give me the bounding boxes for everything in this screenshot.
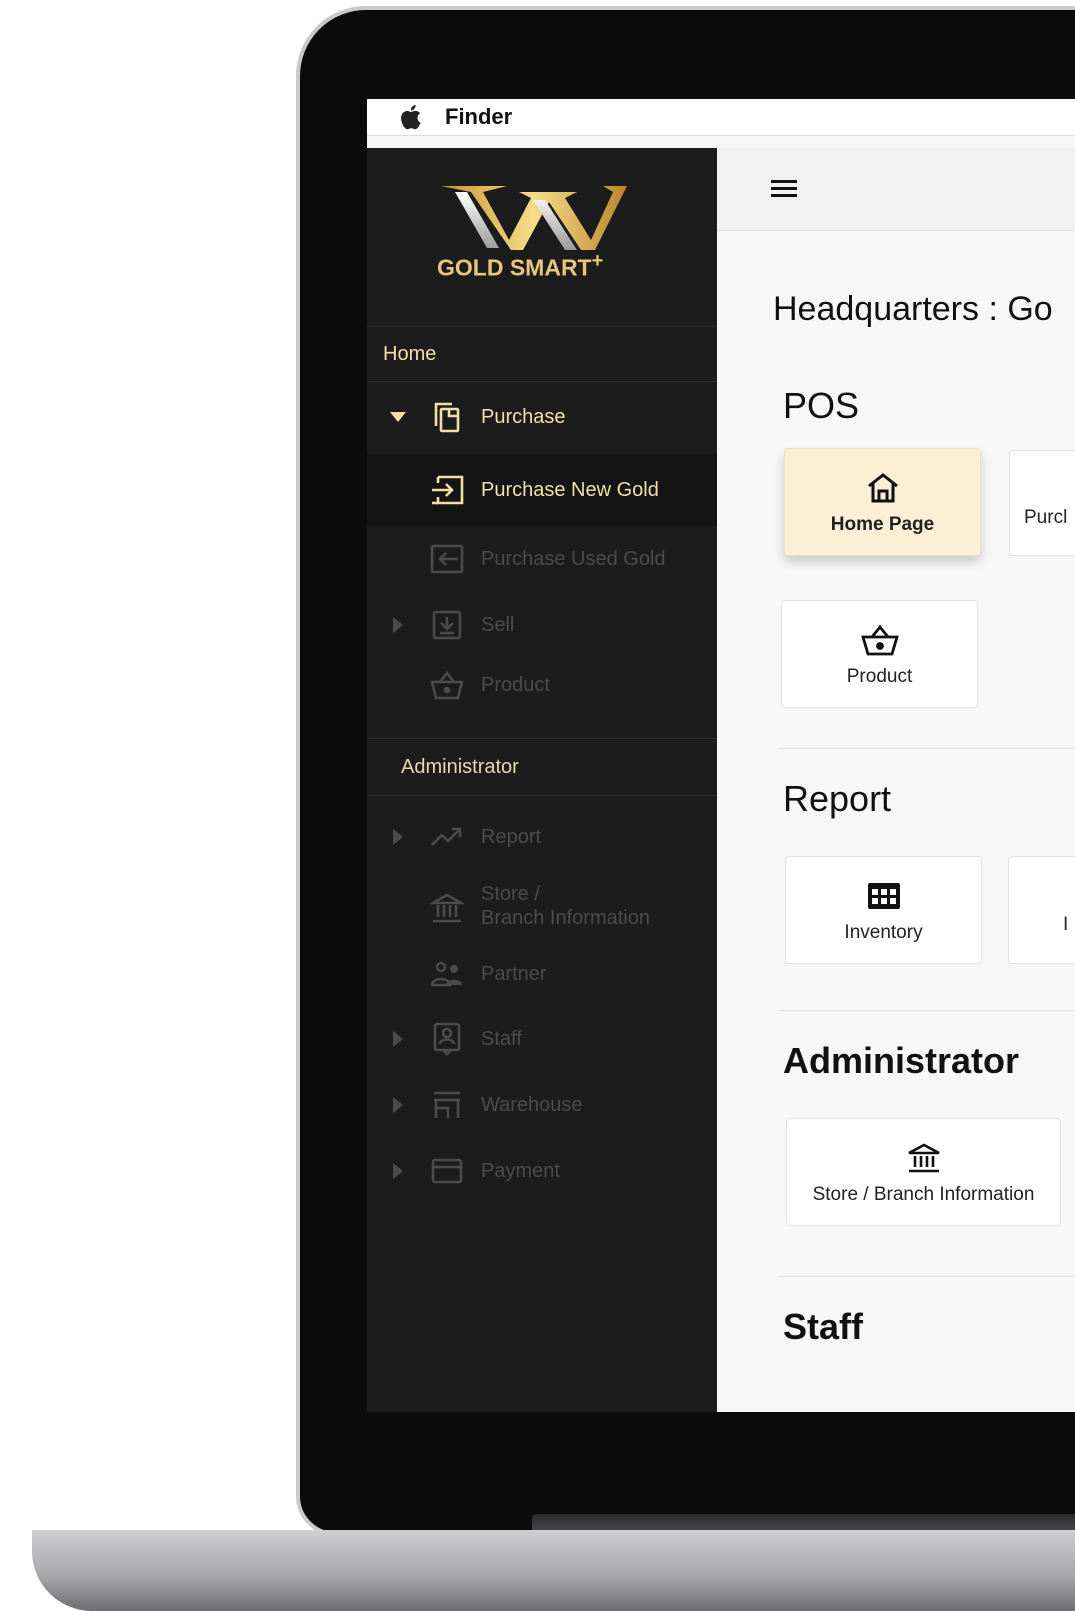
section-title-report: Report — [783, 778, 892, 819]
sidebar-item-report[interactable]: Report — [367, 804, 717, 870]
nav-section-home[interactable]: Home — [367, 326, 717, 382]
tile-label: Home Page — [830, 514, 935, 535]
home-icon — [863, 468, 903, 508]
apple-icon[interactable] — [397, 103, 423, 131]
section-title-staff: Staff — [783, 1306, 863, 1347]
main-content: Headquarters : Go POS Home Page Purcl Pr… — [717, 148, 1075, 1412]
caret-right-icon[interactable] — [389, 1096, 407, 1114]
bank-icon — [429, 890, 465, 926]
sidebar-item-product[interactable]: Product — [367, 652, 717, 718]
sidebar-item-label: Product — [481, 674, 550, 696]
sidebar-item-warehouse[interactable]: Warehouse — [367, 1072, 717, 1138]
download-box-icon — [429, 607, 465, 643]
sidebar-item-label: Store / — [481, 883, 540, 905]
tile-label: Inventory — [844, 922, 923, 943]
section-divider — [779, 1010, 1075, 1011]
sidebar-item-label: Purchase Used Gold — [481, 548, 666, 570]
people-icon — [429, 956, 465, 992]
sidebar-item-label: Warehouse — [481, 1094, 583, 1116]
bank-icon — [904, 1138, 944, 1178]
trending-up-icon — [429, 819, 465, 855]
sidebar-item-label: Sell — [481, 614, 515, 636]
nav-section-administrator-label: Administrator — [401, 755, 519, 778]
laptop-base — [32, 1530, 1075, 1611]
sidebar-item-purchase-used-gold[interactable]: Purchase Used Gold — [367, 526, 717, 592]
brand-plus: + — [591, 250, 604, 272]
section-divider — [779, 1276, 1075, 1277]
basket-icon — [429, 667, 465, 703]
sidebar-item-payment[interactable]: Payment — [367, 1138, 717, 1204]
import-icon — [429, 472, 465, 508]
section-title-pos: POS — [783, 385, 860, 426]
sidebar-item-label-line2: Branch Information — [481, 907, 650, 929]
top-bar — [717, 148, 1075, 231]
caret-right-icon[interactable] — [389, 1030, 407, 1048]
badge-icon — [429, 1021, 465, 1057]
sidebar-item-purchase[interactable]: Purchase — [367, 384, 717, 450]
tile-purchase[interactable]: Purcl — [1009, 450, 1075, 556]
sidebar-item-store-branch[interactable]: Store / Branch Information — [367, 870, 717, 946]
tile-label: Purcl — [1024, 507, 1068, 528]
caret-right-icon[interactable] — [389, 616, 407, 634]
warehouse-icon — [429, 1087, 465, 1123]
caret-right-icon[interactable] — [389, 828, 407, 846]
tile-home-page[interactable]: Home Page — [784, 448, 981, 556]
gold-smart-logo[interactable]: GOLD SMART+ — [427, 178, 647, 288]
grid-icon — [864, 876, 904, 916]
sidebar: GOLD SMART+ Home Purchase Purchase New G… — [367, 148, 717, 1412]
sidebar-item-sell[interactable]: Sell — [367, 592, 717, 658]
copy-icon — [429, 399, 465, 435]
tile-label: I — [1063, 914, 1069, 935]
sidebar-item-label: Payment — [481, 1160, 560, 1182]
credit-card-icon — [429, 1153, 465, 1189]
sidebar-item-label: Purchase New Gold — [481, 479, 659, 501]
hamburger-menu-icon[interactable] — [769, 174, 799, 204]
exchange-icon — [429, 541, 465, 577]
sidebar-item-label: Partner — [481, 963, 547, 985]
caret-down-icon[interactable] — [389, 408, 407, 426]
nav-section-administrator[interactable]: Administrator — [367, 738, 717, 796]
sidebar-item-label: Purchase — [481, 406, 566, 428]
basket-icon — [860, 620, 900, 660]
brand-name: GOLD SMART — [437, 254, 592, 281]
tile-inventory[interactable]: Inventory — [785, 856, 982, 964]
sidebar-item-purchase-new-gold[interactable]: Purchase New Gold — [367, 454, 717, 526]
screen: Finder GOLD SMART+ Home Purchase Purchas… — [367, 99, 1075, 1412]
tile-report-second[interactable]: I — [1008, 856, 1075, 964]
tile-store-branch-information[interactable]: Store / Branch Information — [786, 1118, 1061, 1226]
sidebar-item-label: Report — [481, 826, 542, 848]
menu-bar: Finder — [367, 99, 1075, 136]
sidebar-item-partner[interactable]: Partner — [367, 941, 717, 1007]
nav-section-home-label: Home — [383, 342, 437, 365]
sidebar-item-staff[interactable]: Staff — [367, 1006, 717, 1072]
tile-label: Store / Branch Information — [812, 1184, 1035, 1205]
page-title: Headquarters : Go — [773, 290, 1053, 328]
tile-label: Product — [846, 666, 913, 687]
tile-product[interactable]: Product — [781, 600, 978, 708]
sidebar-item-label: Staff — [481, 1028, 522, 1050]
section-divider — [779, 748, 1075, 749]
app-name[interactable]: Finder — [445, 104, 512, 130]
section-title-administrator: Administrator — [783, 1040, 1020, 1081]
caret-right-icon[interactable] — [389, 1162, 407, 1180]
